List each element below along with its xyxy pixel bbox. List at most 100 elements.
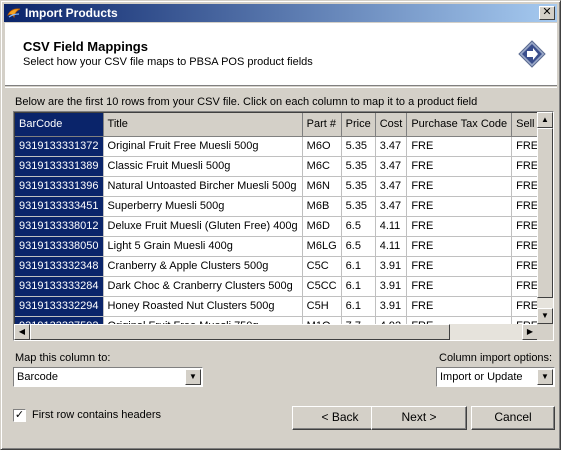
table-cell[interactable]: 3.91 (375, 276, 408, 297)
table-cell[interactable]: FRE (511, 296, 538, 317)
next-button[interactable]: Next > (371, 406, 467, 430)
table-cell[interactable]: FRE (406, 236, 513, 257)
column-header[interactable]: Title (103, 113, 303, 137)
csv-preview-grid[interactable]: BarCode Title Part # Price Cost Purchase Tax … (13, 111, 554, 341)
table-cell[interactable]: FRE (406, 276, 513, 297)
scroll-down-icon[interactable]: ▼ (537, 308, 553, 324)
import-options-select[interactable]: Import or Update ▼ (436, 367, 555, 387)
table-cell[interactable]: Original Fruit Free Muesli 750g (103, 316, 303, 324)
table-cell[interactable]: C5CC (302, 276, 342, 297)
table-cell[interactable]: 9319133331389 (15, 156, 104, 177)
table-cell[interactable]: Light 5 Grain Muesli 400g (103, 236, 303, 257)
table-cell[interactable]: 9319133331396 (15, 176, 104, 197)
table-cell[interactable]: Original Fruit Free Muesli 500g (103, 136, 303, 157)
table-cell[interactable]: FRE (406, 296, 513, 317)
table-cell[interactable]: 3.91 (375, 256, 408, 277)
column-header[interactable]: Sell T (511, 113, 538, 137)
table-cell[interactable]: 3.47 (375, 136, 408, 157)
import-products-dialog: Import Products ✕ CSV Field Mappings Sel… (0, 0, 561, 450)
table-cell[interactable]: 6.1 (341, 296, 376, 317)
table-cell[interactable]: FRE (511, 236, 538, 257)
table-cell[interactable]: M6D (302, 216, 342, 237)
map-column-select[interactable]: Barcode ▼ (13, 367, 203, 387)
table-cell[interactable]: C5C (302, 256, 342, 277)
column-header[interactable]: Part # (302, 113, 342, 137)
table-cell[interactable]: Classic Fruit Muesli 500g (103, 156, 303, 177)
window-title: Import Products (25, 6, 118, 20)
table-cell[interactable]: 5.35 (341, 196, 376, 217)
table-cell[interactable]: 5.35 (341, 176, 376, 197)
column-header[interactable]: BarCode (15, 113, 104, 137)
vertical-scroll-thumb[interactable] (537, 128, 553, 298)
table-cell[interactable]: M6B (302, 196, 342, 217)
chevron-down-icon[interactable]: ▼ (537, 369, 553, 385)
table-cell[interactable]: M6LG (302, 236, 342, 257)
table-cell[interactable]: M1O (302, 316, 342, 324)
table-cell[interactable]: 6.5 (341, 236, 376, 257)
table-cell[interactable]: FRE (511, 276, 538, 297)
table-cell[interactable]: Cranberry & Apple Clusters 500g (103, 256, 303, 277)
scroll-left-icon[interactable]: ◀ (14, 324, 30, 340)
table-cell[interactable]: 3.47 (375, 196, 408, 217)
table-cell[interactable]: 6.5 (341, 216, 376, 237)
table-cell[interactable]: 4.11 (375, 236, 408, 257)
table-cell[interactable]: FRE (511, 136, 538, 157)
table-cell[interactable]: Deluxe Fruit Muesli (Gluten Free) 400g (103, 216, 303, 237)
table-cell[interactable]: M6C (302, 156, 342, 177)
table-cell[interactable]: 6.1 (341, 276, 376, 297)
table-cell[interactable]: 3.91 (375, 296, 408, 317)
column-header[interactable]: Cost (375, 113, 408, 137)
table-cell[interactable]: 4.92 (375, 316, 408, 324)
scroll-up-icon[interactable]: ▲ (537, 112, 553, 128)
table-cell[interactable]: 9319133332294 (15, 296, 104, 317)
horizontal-scrollbar[interactable]: ◀ ▶ (14, 324, 538, 340)
table-cell[interactable]: 3.47 (375, 156, 408, 177)
table-cell[interactable]: 9319133338012 (15, 216, 104, 237)
table-cell[interactable]: 7.7 (341, 316, 376, 324)
table-cell[interactable]: FRE (511, 256, 538, 277)
table-cell[interactable]: FRE (511, 316, 538, 324)
table-cell[interactable]: 9319133333451 (15, 196, 104, 217)
close-icon[interactable]: ✕ (539, 6, 555, 20)
table-cell[interactable]: FRE (406, 316, 513, 324)
column-header[interactable]: Purchase Tax Code (406, 113, 513, 137)
table-cell[interactable]: FRE (511, 216, 538, 237)
table-cell[interactable]: Natural Untoasted Bircher Muesli 500g (103, 176, 303, 197)
table-cell[interactable]: M6N (302, 176, 342, 197)
table-cell[interactable]: Honey Roasted Nut Clusters 500g (103, 296, 303, 317)
table-cell[interactable]: FRE (406, 216, 513, 237)
header-divider (5, 87, 557, 88)
table-cell[interactable]: FRE (406, 156, 513, 177)
table-cell[interactable]: FRE (511, 196, 538, 217)
column-header[interactable]: Price (341, 113, 376, 137)
table-cell[interactable]: 9319133337592 (15, 316, 104, 324)
first-row-headers-checkbox[interactable]: ✓ (13, 409, 26, 422)
table-cell[interactable]: FRE (406, 176, 513, 197)
table-cell[interactable]: 4.11 (375, 216, 408, 237)
table-cell[interactable]: 6.1 (341, 256, 376, 277)
table-cell[interactable]: FRE (406, 196, 513, 217)
horizontal-scroll-thumb[interactable] (30, 324, 450, 340)
table-cell[interactable]: C5H (302, 296, 342, 317)
chevron-down-icon[interactable]: ▼ (185, 369, 201, 385)
table-cell[interactable]: FRE (406, 256, 513, 277)
table-cell[interactable]: FRE (511, 156, 538, 177)
table-cell[interactable]: 9319133332348 (15, 256, 104, 277)
map-column-label: Map this column to: (15, 352, 111, 364)
table-cell[interactable]: 9319133333284 (15, 276, 104, 297)
table-cell[interactable]: FRE (511, 176, 538, 197)
table-cell[interactable]: 9319133331372 (15, 136, 104, 157)
table-cell[interactable]: Superberry Muesli 500g (103, 196, 303, 217)
first-row-headers-label[interactable]: First row contains headers (32, 409, 161, 421)
table-cell[interactable]: FRE (406, 136, 513, 157)
table-cell[interactable]: M6O (302, 136, 342, 157)
table-row: 9319133338012 Deluxe Fruit Muesli (Gluten… (15, 216, 538, 237)
vertical-scrollbar[interactable]: ▲ ▼ (537, 112, 553, 324)
table-cell[interactable]: 3.47 (375, 176, 408, 197)
table-cell[interactable]: 9319133338050 (15, 236, 104, 257)
scroll-right-icon[interactable]: ▶ (522, 324, 538, 340)
table-cell[interactable]: 5.35 (341, 156, 376, 177)
table-cell[interactable]: 5.35 (341, 136, 376, 157)
table-cell[interactable]: Dark Choc & Cranberry Clusters 500g (103, 276, 303, 297)
cancel-button[interactable]: Cancel (471, 406, 555, 430)
